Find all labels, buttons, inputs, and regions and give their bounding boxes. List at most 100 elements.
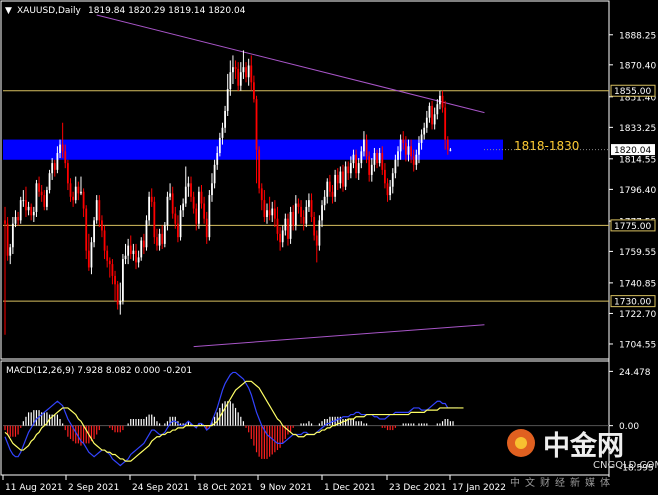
candle (276, 206, 279, 241)
candle (284, 213, 287, 236)
candle (357, 158, 360, 180)
candle (161, 225, 164, 249)
candle (370, 158, 373, 182)
candle (145, 215, 148, 251)
candle (255, 95, 258, 184)
candle (87, 233, 90, 271)
upper-trendline[interactable] (96, 14, 485, 114)
candle (103, 225, 106, 260)
candle (245, 62, 247, 83)
price-tick-label: 1704.55 (619, 340, 656, 350)
candle (80, 176, 82, 196)
candle (25, 186, 27, 217)
main-chart-frame (0, 0, 610, 360)
candle (331, 185, 334, 204)
candle (169, 183, 171, 201)
candle (22, 190, 25, 207)
candle (310, 193, 313, 223)
time-tick-label: 9 Nov 2021 (260, 483, 312, 493)
candle (308, 193, 310, 212)
candle (142, 233, 145, 255)
candle (74, 176, 77, 204)
candle (253, 75, 255, 103)
candle (428, 102, 431, 123)
dropdown-arrow-icon[interactable]: ▼ (5, 6, 12, 16)
candle (111, 259, 114, 285)
candle (90, 237, 93, 275)
candle (386, 178, 389, 202)
candle (116, 280, 119, 310)
candle (190, 176, 192, 202)
candle (148, 191, 150, 226)
candle (9, 243, 12, 265)
candle (17, 211, 19, 226)
candle (108, 257, 111, 278)
candle (197, 186, 200, 229)
candle (313, 211, 316, 241)
time-tick-label: 24 Sep 2021 (132, 483, 189, 493)
candle (326, 178, 329, 204)
time-tick-label: 2 Sep 2021 (68, 483, 119, 493)
support-zone[interactable] (3, 139, 503, 160)
candle (140, 237, 143, 261)
candle (11, 216, 14, 255)
candle (315, 230, 318, 263)
candle (205, 211, 208, 244)
candle (237, 62, 240, 91)
price-tick-label: 1722.70 (619, 310, 656, 320)
candle (344, 161, 347, 191)
candle (323, 190, 326, 211)
candle (69, 178, 72, 202)
candle (384, 163, 386, 189)
macd-line (4, 371, 459, 467)
candle (247, 58, 250, 86)
time-axis: 11 Aug 2021 2 Sep 2021 24 Sep 2021 18 Oct 2… (2, 475, 506, 493)
candle (287, 213, 289, 246)
svg-text:1855.00: 1855.00 (614, 87, 651, 97)
watermark-slogan: 中文财经新媒体 (510, 476, 615, 489)
price-tick-label: 1833.25 (619, 124, 656, 134)
macd-title: MACD(12,26,9) 7.928 8.082 0.000 -0.201 (6, 366, 192, 376)
level-label-1730: 1730.00 (610, 295, 656, 308)
candle (300, 200, 302, 224)
candle (279, 227, 281, 251)
candle (158, 228, 161, 251)
candle (66, 159, 69, 191)
price-tick-label: 1888.25 (619, 31, 656, 41)
time-tick-label: 1 Dec 2021 (324, 483, 376, 493)
candle (441, 90, 444, 113)
candle (184, 166, 187, 207)
candle (114, 270, 116, 302)
candle (153, 196, 156, 244)
candle (14, 210, 17, 228)
support-zone-label: 1818-1830 (514, 139, 579, 153)
candle (297, 198, 300, 214)
candle (132, 243, 135, 261)
candle (156, 228, 158, 251)
watermark-domain: CNGOLD.COM (593, 460, 658, 471)
candle (166, 191, 169, 231)
chart-svg[interactable]: 1818-1830 1888.251870.401851.401833.2518… (0, 0, 658, 495)
price-tick-label: 1814.55 (619, 155, 656, 165)
candle (305, 200, 308, 228)
candle (266, 203, 268, 224)
candle (334, 169, 337, 202)
candle (200, 185, 203, 209)
candle (425, 110, 428, 133)
candle (171, 186, 174, 219)
candle (336, 168, 339, 191)
candle (177, 215, 179, 243)
candle (77, 181, 80, 201)
candle (182, 198, 185, 217)
lower-trendline[interactable] (193, 324, 485, 348)
candle (46, 186, 48, 211)
candle (192, 191, 195, 214)
candle (439, 90, 441, 110)
candle (48, 169, 51, 194)
candle (53, 159, 56, 177)
candle (106, 245, 109, 268)
candle (72, 191, 75, 207)
candle (150, 188, 153, 207)
macd-tick-label: 24.478 (619, 368, 651, 378)
candle (271, 201, 274, 223)
